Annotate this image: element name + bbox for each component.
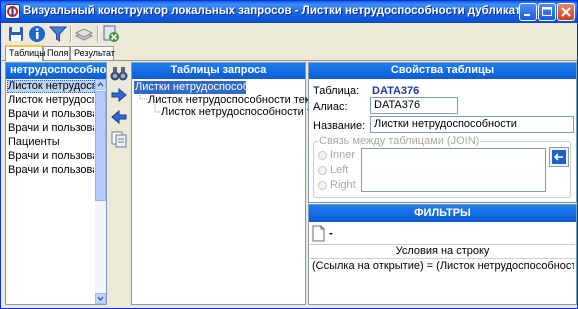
table-properties-panel: Свойства таблицы Таблица: DATA376 Алиас:… [308, 62, 577, 203]
table-value: DATA376 [372, 85, 420, 97]
tab-fields[interactable]: Поля [43, 46, 70, 60]
join-inner-label: Inner [330, 149, 356, 161]
close-icon [561, 7, 571, 17]
exit-button[interactable] [101, 24, 121, 44]
alias-label: Алиас: [313, 101, 348, 113]
join-left-label: Left [330, 164, 349, 176]
list-item[interactable]: Врачи и пользовател [8, 122, 94, 135]
list-item[interactable]: Листок нетрудоспособ [8, 80, 94, 93]
join-condition-textarea[interactable] [361, 148, 546, 192]
info-icon [29, 26, 45, 42]
alias-input[interactable]: DATA376 [370, 97, 458, 114]
copy-table-button[interactable] [109, 129, 129, 149]
binoculars-icon [110, 67, 128, 81]
table-properties-title: Свойства таблицы [390, 64, 495, 76]
query-builder-window: Визуальный конструктор локальных запросо… [0, 0, 578, 309]
join-groupbox-title: Связь между таблицами (JOIN) [318, 135, 481, 147]
tab-label: Поля [47, 48, 69, 58]
minimize-button[interactable] [519, 3, 537, 21]
tab-strip: Таблицы Поля Результат [2, 45, 578, 61]
tab-label: Таблицы [9, 48, 46, 58]
filters-header: ФИЛЬТРЫ [309, 205, 576, 222]
maximize-button[interactable] [538, 3, 556, 21]
layers-icon [74, 28, 94, 41]
app-icon [5, 4, 20, 19]
query-tables-panel: Таблицы запроса Листки нетрудоспособност… [131, 62, 350, 305]
toolbar [2, 23, 578, 45]
info-button[interactable] [27, 24, 47, 44]
source-tables-header[interactable]: нетрудоспособности [6, 63, 106, 79]
window-title: Визуальный конструктор локальных запросо… [23, 5, 528, 17]
chevron-down-icon [97, 296, 104, 302]
layers-button[interactable] [74, 24, 94, 44]
toolbar-separator [97, 26, 99, 42]
toolbar-separator [70, 26, 72, 42]
tab-divider [2, 60, 577, 61]
join-right-label: Right [330, 179, 356, 191]
copy-table-icon [111, 131, 127, 148]
minimize-icon [524, 14, 530, 16]
name-input[interactable]: Листки нетрудоспособности [370, 116, 574, 133]
join-left-radio[interactable] [318, 166, 327, 175]
new-filter-button[interactable] [312, 225, 336, 243]
condition-row[interactable]: (Ссылка на открытие) = (Листок нетрудосп… [312, 260, 574, 272]
tab-tables[interactable]: Таблицы [5, 45, 46, 61]
join-inner-radio[interactable] [318, 151, 327, 160]
list-item[interactable]: Врачи и пользовател [8, 164, 94, 177]
list-item[interactable]: Врачи и пользовател [8, 108, 94, 121]
table-properties-header: Свойства таблицы [309, 63, 576, 79]
vertical-scrollbar[interactable] [95, 79, 106, 304]
find-table-button[interactable] [109, 64, 129, 84]
query-tables-header: Таблицы запроса [132, 63, 305, 79]
filter-icon [48, 26, 68, 42]
filter-button[interactable] [48, 24, 68, 44]
scroll-up-button[interactable] [95, 79, 106, 90]
new-document-icon [312, 225, 333, 242]
tab-result[interactable]: Результат [70, 46, 115, 60]
filters-panel: ФИЛЬТРЫ Условия на строку (Ссылка на отк… [308, 204, 577, 305]
conditions-list[interactable]: (Ссылка на открытие) = (Листок нетрудосп… [310, 258, 575, 303]
table-label: Таблица: [313, 85, 360, 97]
arrow-left-icon [111, 109, 127, 125]
close-button[interactable] [557, 3, 575, 21]
save-icon [9, 27, 23, 41]
add-table-button[interactable] [109, 85, 129, 105]
source-tables-title: нетрудоспособности [10, 64, 106, 76]
insert-left-icon [552, 150, 566, 164]
list-item[interactable]: Листок нетрудоспособ [8, 94, 94, 107]
query-tables-title: Таблицы запроса [170, 64, 267, 76]
remove-table-button[interactable] [109, 107, 129, 127]
row-conditions-label: Условия на строку [395, 245, 490, 257]
save-button[interactable] [6, 24, 26, 44]
maximize-icon [542, 7, 552, 16]
list-item[interactable]: Врачи и пользовател [8, 150, 94, 163]
name-label: Название: [313, 120, 366, 132]
filters-title: ФИЛЬТРЫ [414, 207, 471, 219]
exit-icon [103, 25, 119, 42]
title-bar[interactable]: Визуальный конструктор локальных запросо… [1, 1, 577, 23]
join-right-radio[interactable] [318, 181, 327, 190]
scroll-down-button[interactable] [95, 293, 106, 304]
tab-label: Результат [74, 48, 115, 58]
scroll-thumb[interactable] [95, 91, 106, 201]
join-edit-button[interactable] [549, 147, 569, 167]
list-item[interactable]: Пациенты [8, 136, 94, 149]
source-tables-panel: нетрудоспособности Листок нетрудоспособ … [5, 62, 107, 305]
chevron-up-icon [97, 81, 104, 87]
arrow-right-icon [111, 87, 127, 103]
